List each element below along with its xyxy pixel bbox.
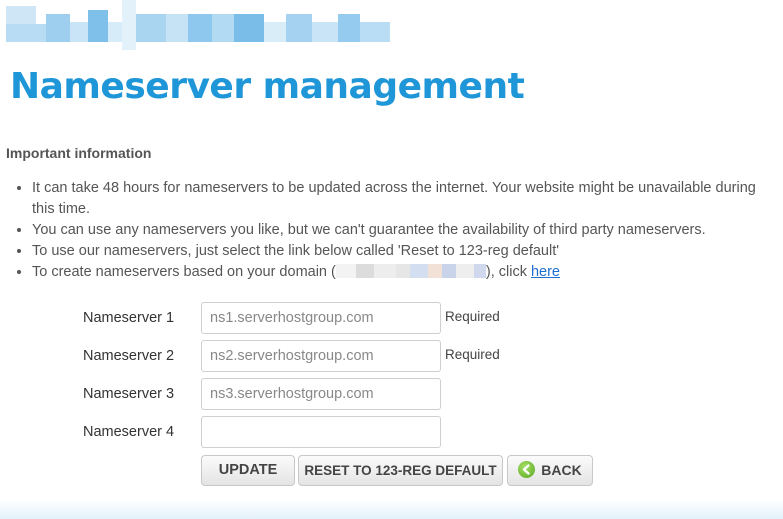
nameserver-3-input[interactable]: [201, 378, 441, 410]
nameserver-2-input[interactable]: [201, 340, 441, 372]
footer-band: [0, 499, 783, 519]
nameserver-4-input[interactable]: [201, 416, 441, 448]
domain-bullet-suffix: ), click: [485, 264, 531, 280]
list-item: It can take 48 hours for nameservers to …: [32, 178, 782, 220]
redacted-banner: [0, 0, 400, 52]
update-button[interactable]: UPDATE: [201, 455, 295, 486]
create-nameservers-link[interactable]: here: [531, 264, 560, 280]
nameserver-4-label: Nameserver 4: [83, 424, 175, 440]
redacted-domain: [335, 264, 486, 279]
info-list: It can take 48 hours for nameservers to …: [14, 178, 782, 283]
nameserver-2-required: Required: [445, 347, 500, 362]
back-button[interactable]: BACK: [507, 455, 593, 486]
reset-default-button[interactable]: RESET TO 123-REG DEFAULT: [298, 455, 503, 486]
nameserver-1-input[interactable]: [201, 302, 441, 334]
nameserver-2-label: Nameserver 2: [83, 348, 175, 364]
nameserver-1-required: Required: [445, 309, 500, 324]
list-item-domain: To create nameservers based on your doma…: [32, 262, 782, 283]
page-title: Nameserver management: [10, 66, 525, 107]
list-item: To use our nameservers, just select the …: [32, 241, 782, 262]
back-arrow-icon: [518, 460, 536, 478]
back-button-label: BACK: [541, 462, 582, 478]
domain-bullet-prefix: To create nameservers based on your doma…: [32, 264, 336, 280]
important-info-heading: Important information: [6, 145, 152, 161]
nameserver-1-label: Nameserver 1: [83, 310, 175, 326]
nameserver-3-label: Nameserver 3: [83, 386, 175, 402]
list-item: You can use any nameservers you like, bu…: [32, 220, 782, 241]
